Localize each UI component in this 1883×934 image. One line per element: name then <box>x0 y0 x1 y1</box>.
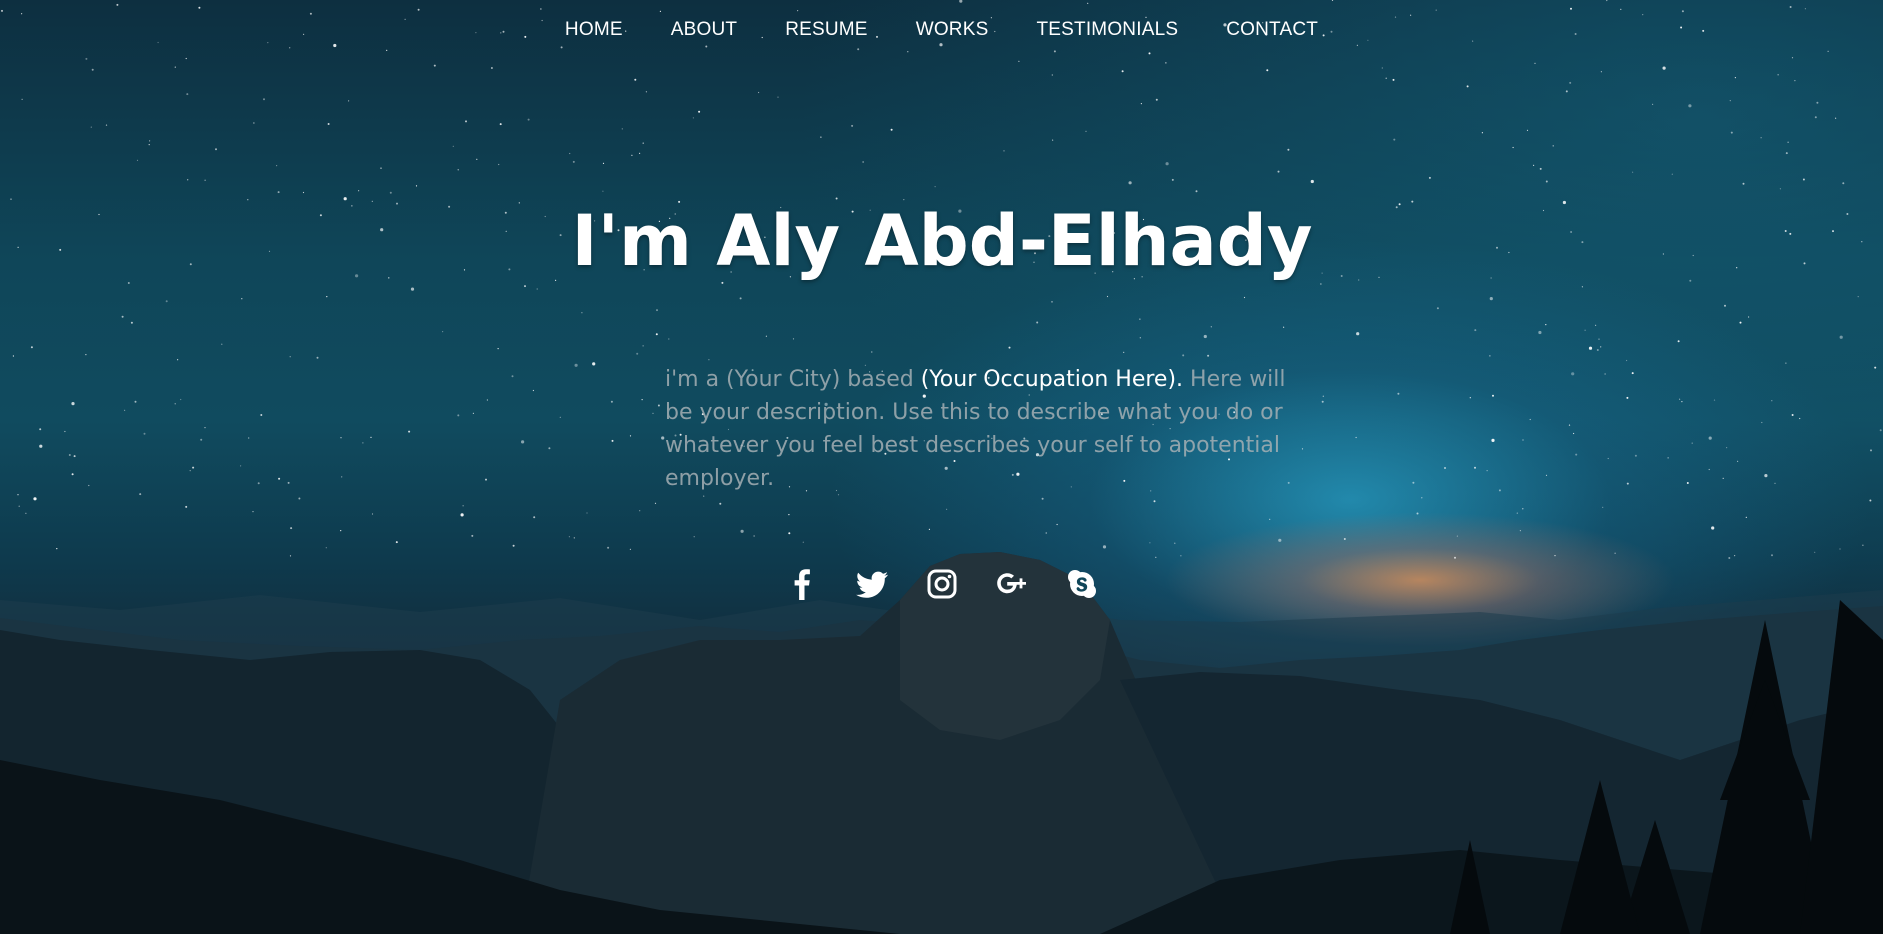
hero-section: HOME ABOUT RESUME WORKS TESTIMONIALS CON… <box>0 0 1883 934</box>
social-links <box>0 566 1883 602</box>
main-navigation: HOME ABOUT RESUME WORKS TESTIMONIALS CON… <box>0 18 1883 42</box>
google-plus-icon[interactable] <box>994 566 1030 602</box>
occupation-highlight: (Your Occupation Here). <box>920 367 1184 392</box>
nav-testimonials-link[interactable]: TESTIMONIALS <box>1012 18 1202 42</box>
hero-title: I'm Aly Abd-Elhady <box>571 200 1313 282</box>
twitter-icon[interactable] <box>854 566 890 602</box>
nav-works-link[interactable]: WORKS <box>892 18 1013 42</box>
facebook-icon[interactable] <box>784 566 820 602</box>
instagram-icon[interactable] <box>924 566 960 602</box>
nav-about-link[interactable]: ABOUT <box>647 18 761 42</box>
nav-home-link[interactable]: HOME <box>541 18 647 42</box>
hero-description: i'm a (Your City) based (Your Occupation… <box>665 363 1290 495</box>
skype-icon[interactable] <box>1064 566 1100 602</box>
nav-contact-link[interactable]: CONTACT <box>1202 18 1342 42</box>
nav-resume-link[interactable]: RESUME <box>761 18 892 42</box>
description-prefix: i'm a (Your City) based <box>665 367 921 392</box>
